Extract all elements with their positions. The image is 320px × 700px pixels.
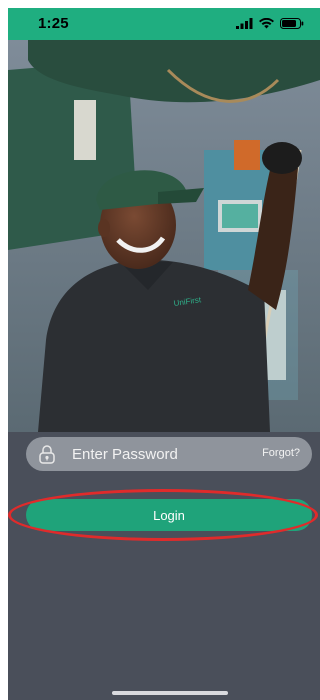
hero-illustration: UniFirst: [8, 40, 320, 432]
hero-photo: UniFirst: [8, 40, 320, 432]
password-input[interactable]: [66, 437, 248, 471]
status-time: 1:25: [38, 15, 69, 32]
home-indicator[interactable]: [112, 691, 228, 695]
login-button[interactable]: Login: [26, 499, 312, 531]
signal-icon: [236, 18, 253, 29]
wifi-icon: [259, 18, 274, 29]
lock-icon: [39, 445, 55, 464]
forgot-password-link[interactable]: Forgot?: [262, 447, 300, 459]
phone-screen: 1:25 UniFirst Forgot? Login: [8, 8, 320, 700]
status-icons: [236, 18, 304, 29]
status-bar: 1:25: [8, 8, 320, 40]
password-field[interactable]: Forgot?: [26, 437, 312, 471]
battery-icon: [280, 18, 304, 29]
